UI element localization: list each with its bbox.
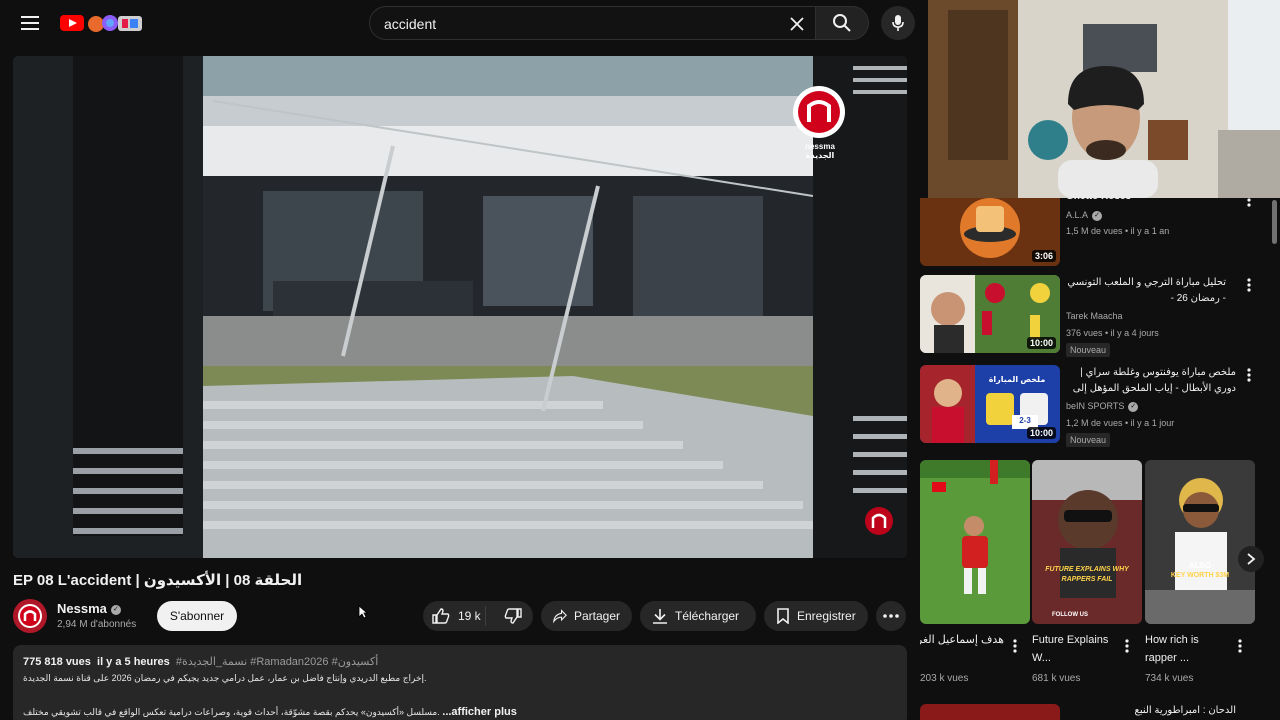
video-title: EP 08 L'accident | الحلقة 08 | الأكسيدون	[13, 572, 303, 589]
thumbnail-score: 2-3	[1019, 416, 1031, 425]
share-icon	[553, 609, 567, 624]
description-line-2-text: مسلسل «أكسيدون» يحدكم بقصة مشوّقة، أحداث…	[23, 707, 440, 717]
more-vertical-icon[interactable]	[1120, 638, 1134, 654]
video-thumbnail[interactable]	[920, 704, 1060, 720]
short-title[interactable]: How rich is rapper ...	[1145, 631, 1229, 667]
short-thumbnail[interactable]: ALSO KEY WORTH $3M	[1145, 460, 1255, 624]
channel-name[interactable]: Nessma ✓	[57, 601, 121, 616]
hashtags[interactable]: #نسمة_الجديدة #Ramadan2026 #أكسيدون	[176, 656, 378, 668]
related-meta: 376 vues • il y a 4 jours	[1066, 328, 1159, 338]
channel-watermark: nessma الجديدة	[805, 142, 835, 160]
video-thumbnail[interactable]: 10:00	[920, 275, 1060, 353]
new-badge: Nouveau	[1066, 433, 1111, 447]
more-vertical-icon[interactable]	[1242, 277, 1256, 293]
video-thumbnail[interactable]: 3:06	[920, 198, 1060, 266]
youtube-logo[interactable]	[60, 12, 142, 34]
short-overlay-subtext: FOLLOW US	[1052, 612, 1088, 618]
show-more-link[interactable]: ...afficher plus	[442, 706, 517, 718]
search-input[interactable]: accident	[369, 6, 815, 40]
save-button[interactable]: Enregistrer	[764, 601, 868, 631]
related-title[interactable]: الدحان : امبراطورية النبع	[1066, 705, 1237, 716]
search-icon[interactable]	[815, 6, 869, 40]
description-line: إخراج مطبع الدريدي وإنتاج فاضل بن عمار، …	[23, 673, 427, 683]
like-icon	[432, 608, 450, 624]
related-video[interactable]: ملخص المباراة 2-3 10:00 ملخص مباراة يوفن…	[920, 365, 1280, 447]
chevron-right-icon	[1247, 553, 1256, 565]
related-channel-name[interactable]: beIN SPORTS	[1066, 401, 1124, 411]
short-title[interactable]: هدف إسماعيل الغربي مع براغا ...	[920, 631, 1004, 649]
download-label: Télécharger	[675, 609, 740, 623]
like-dislike-group: 19 k	[423, 601, 533, 631]
related-video[interactable]: 10:00 تحليل مباراة الترجي و الملعب التون…	[920, 275, 1280, 357]
video-thumbnail[interactable]: ملخص المباراة 2-3 10:00	[920, 365, 1060, 443]
download-button[interactable]: Télécharger	[640, 601, 756, 631]
short-thumbnail[interactable]	[920, 460, 1030, 624]
menu-icon[interactable]	[14, 8, 46, 38]
channel-avatar[interactable]	[13, 599, 47, 633]
more-actions-button[interactable]	[876, 601, 906, 631]
related-channel-name[interactable]: A.L.A	[1066, 210, 1088, 220]
related-channel[interactable]: beIN SPORTS ✓	[1066, 401, 1139, 412]
related-meta: 1,2 M de vues • il y a 1 jour	[1066, 418, 1175, 428]
duration: 10:00	[1026, 337, 1056, 349]
related-meta: 1,5 M de vues • il y a 1 an	[1066, 226, 1170, 236]
related-title[interactable]: ملخص مباراة يوفنتوس وغلطة سراي | دوري ال…	[1066, 365, 1236, 397]
thumbnail-caption: ملخص المباراة	[988, 375, 1046, 384]
related-video[interactable]: 3:06 Ghetto Roses A.L.A✓ 1,5 M de vues •…	[920, 191, 1280, 268]
short-views: 734 k vues	[1145, 673, 1194, 684]
video-frame	[13, 56, 907, 558]
short-views: 203 k vues	[920, 673, 969, 684]
short-overlay-subtext: KEY WORTH $3M	[1170, 572, 1230, 579]
webcam-overlay	[928, 0, 1280, 198]
scrollbar-thumb[interactable]	[1272, 200, 1277, 244]
mouse-cursor-icon	[358, 605, 369, 624]
verified-icon: ✓	[1092, 210, 1103, 221]
description-line-2: مسلسل «أكسيدون» يحدكم بقصة مشوّقة، أحداث…	[23, 706, 517, 718]
subscribe-button[interactable]: S'abonner	[157, 601, 237, 631]
short-thumbnail[interactable]: FUTURE EXPLAINS WHY RAPPERS FAIL FOLLOW …	[1032, 460, 1142, 624]
short-views: 681 k vues	[1032, 673, 1081, 684]
subscriber-count: 2,94 M d'abonnés	[57, 619, 137, 630]
shorts-next-button[interactable]	[1238, 546, 1264, 572]
clear-search-icon[interactable]	[785, 12, 809, 36]
channel-name-text[interactable]: Nessma	[57, 601, 107, 616]
short-title[interactable]: Future Explains W...	[1032, 631, 1116, 667]
search-query[interactable]: accident	[384, 16, 436, 32]
verified-icon: ✓	[1128, 401, 1139, 412]
like-button[interactable]: 19 k	[423, 606, 487, 626]
more-vertical-icon[interactable]	[1242, 367, 1256, 383]
description-box[interactable]: 775 818 vues il y a 5 heures #نسمة_الجدي…	[13, 645, 907, 720]
upload-age: il y a 5 heures	[97, 656, 170, 668]
like-count: 19 k	[458, 609, 481, 623]
new-badge: Nouveau	[1066, 343, 1111, 357]
related-channel[interactable]: Tarek Maacha	[1066, 311, 1123, 321]
dislike-icon	[504, 608, 522, 624]
share-label: Partager	[573, 609, 620, 623]
more-vertical-icon[interactable]	[1008, 638, 1022, 654]
download-icon	[653, 609, 667, 624]
verified-icon: ✓	[110, 604, 121, 615]
related-title[interactable]: تحليل مباراة الترجي و الملعب التونسي - ر…	[1066, 275, 1226, 307]
video-player[interactable]: nessma الجديدة	[13, 56, 907, 558]
video-stats: 775 818 vues il y a 5 heures #نسمة_الجدي…	[23, 655, 378, 668]
duration: 3:06	[1031, 250, 1056, 262]
view-count: 775 818 vues	[23, 656, 91, 668]
dislike-button[interactable]	[493, 608, 533, 624]
short-overlay-text: FUTURE EXPLAINS WHY RAPPERS FAIL	[1045, 566, 1129, 583]
share-button[interactable]: Partager	[541, 601, 632, 631]
bookmark-icon	[777, 608, 789, 624]
duration: 10:00	[1026, 427, 1056, 439]
save-label: Enregistrer	[797, 609, 856, 623]
more-horizontal-icon	[883, 614, 899, 618]
microphone-icon[interactable]	[881, 6, 915, 40]
more-vertical-icon[interactable]	[1233, 638, 1247, 654]
related-channel[interactable]: A.L.A ✓	[1066, 210, 1103, 221]
